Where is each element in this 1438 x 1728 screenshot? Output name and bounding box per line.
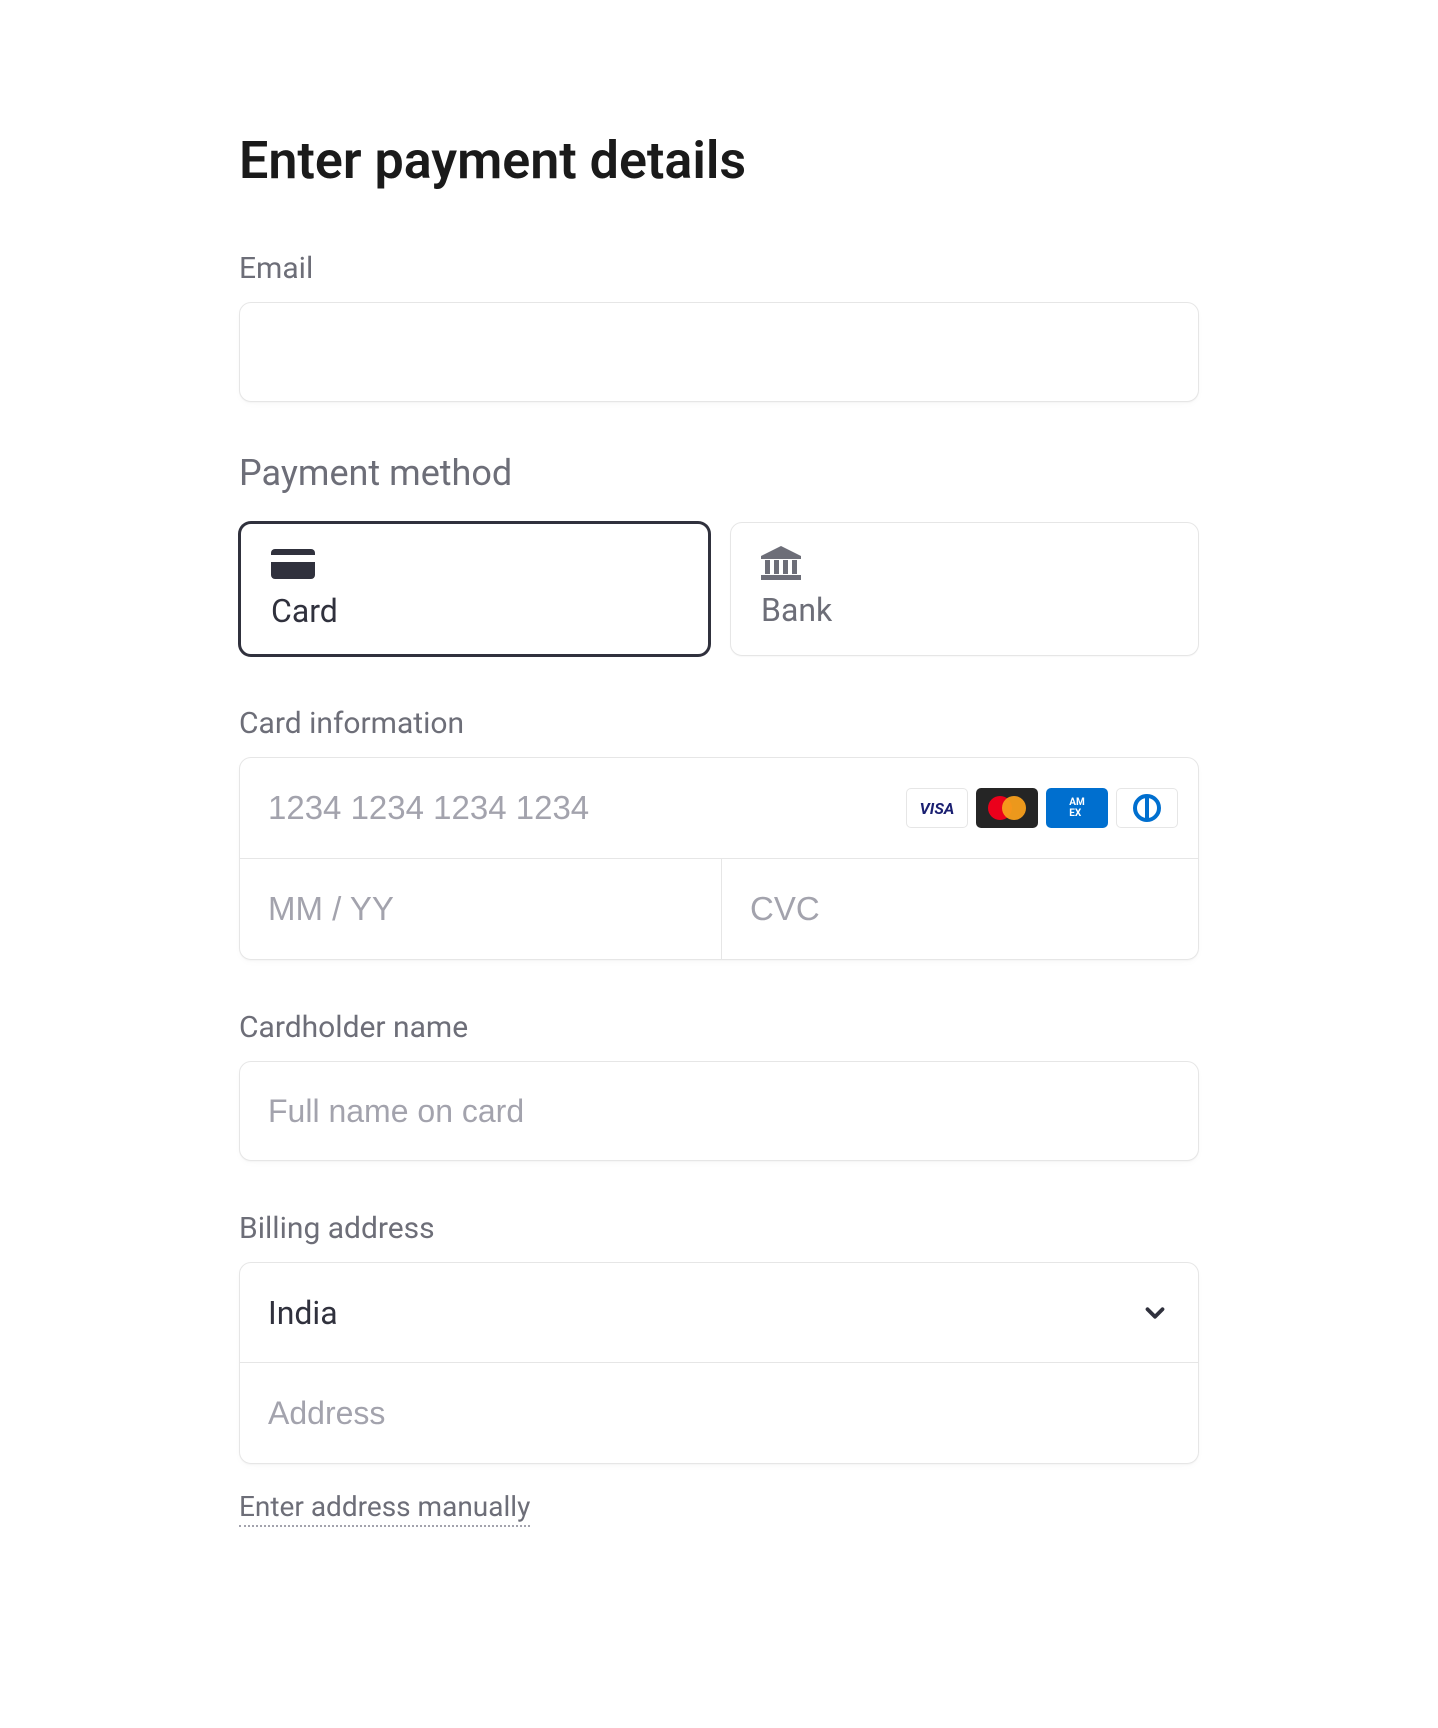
visa-icon: VISA xyxy=(906,788,968,828)
payment-method-label: Payment method xyxy=(239,452,1199,494)
billing-label: Billing address xyxy=(239,1211,1199,1246)
cardholder-block: Cardholder name xyxy=(239,1010,1199,1161)
cardholder-input[interactable] xyxy=(239,1061,1199,1161)
card-expiry-wrap xyxy=(240,859,722,959)
payment-method-card-label: Card xyxy=(271,592,678,630)
card-brands: VISA AMEX xyxy=(906,788,1178,828)
billing-group: India xyxy=(239,1262,1199,1464)
enter-address-manually-link[interactable]: Enter address manually xyxy=(239,1490,530,1527)
payment-method-card[interactable]: Card xyxy=(239,522,710,656)
mastercard-icon xyxy=(976,788,1038,828)
email-input[interactable] xyxy=(239,302,1199,402)
diners-icon xyxy=(1116,788,1178,828)
email-block: Email xyxy=(239,251,1199,402)
card-input-group: VISA AMEX xyxy=(239,757,1199,960)
email-label: Email xyxy=(239,251,1199,286)
page-title: Enter payment details xyxy=(239,130,1199,191)
card-expiry-input[interactable] xyxy=(240,859,721,959)
bank-icon xyxy=(761,547,1168,579)
address-input[interactable] xyxy=(240,1363,1198,1463)
payment-method-block: Payment method Card xyxy=(239,452,1199,656)
cardholder-label: Cardholder name xyxy=(239,1010,1199,1045)
card-info-block: Card information VISA AMEX xyxy=(239,706,1199,960)
card-cvc-input[interactable] xyxy=(722,859,1199,959)
payment-method-options: Card Bank xyxy=(239,522,1199,656)
country-select[interactable]: India xyxy=(240,1263,1198,1363)
amex-icon: AMEX xyxy=(1046,788,1108,828)
card-cvc-wrap xyxy=(722,859,1199,959)
card-number-input[interactable] xyxy=(240,758,906,858)
payment-form: Enter payment details Email Payment meth… xyxy=(189,40,1249,1567)
card-info-label: Card information xyxy=(239,706,1199,741)
payment-method-bank-label: Bank xyxy=(761,591,1168,629)
country-value: India xyxy=(268,1294,1140,1332)
chevron-down-icon xyxy=(1140,1298,1170,1328)
billing-block: Billing address India Enter address manu… xyxy=(239,1211,1199,1527)
card-number-row: VISA AMEX xyxy=(240,758,1198,859)
card-icon xyxy=(271,548,678,580)
payment-method-bank[interactable]: Bank xyxy=(730,522,1199,656)
card-sub-row xyxy=(240,859,1198,959)
